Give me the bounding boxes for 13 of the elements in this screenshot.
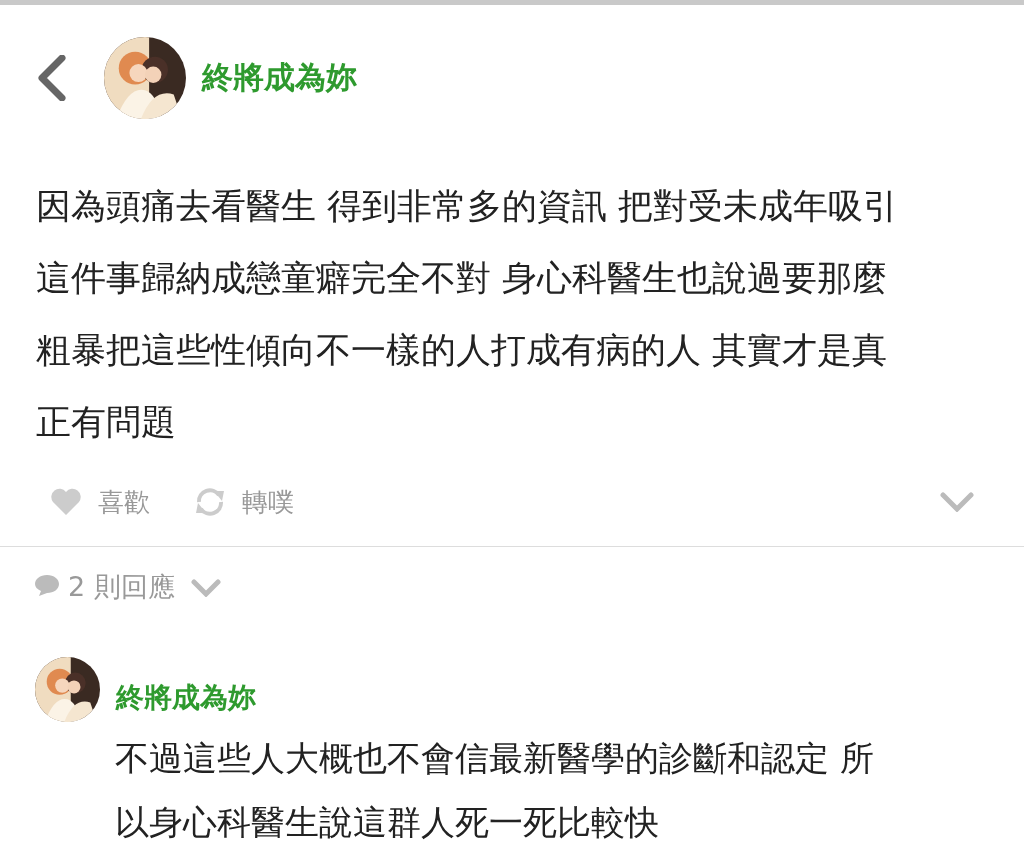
user-name[interactable]: 終將成為妳 xyxy=(116,676,256,719)
reply-text: 不過這些人大概也不會信最新醫學的診斷和認定 所 以身心科醫生說這群人死一死比較快 xyxy=(115,737,875,844)
action-label[interactable]: 喜歡 xyxy=(98,482,150,522)
heart-icon[interactable] xyxy=(50,488,82,516)
speech-bubble-icon xyxy=(34,573,60,597)
action-label[interactable]: 轉噗 xyxy=(242,482,294,522)
post-text: 因為頭痛去看醫生 得到非常多的資訊 把對受未成年吸引 這件事歸納成戀童癖完全不對 身心科醫生也說過要那麼 粗暴把這些性傾向不一樣的人打成有病的人 其實才是真 正有問題 xyxy=(36,185,900,444)
response-count[interactable]: 2 則回應 xyxy=(68,567,175,608)
repeat-icon[interactable] xyxy=(194,487,226,517)
chevron-down-icon[interactable] xyxy=(940,492,974,512)
back-icon[interactable] xyxy=(36,54,66,101)
user-name[interactable]: 終將成為妳 xyxy=(202,54,357,101)
chevron-down-icon[interactable] xyxy=(190,579,221,597)
